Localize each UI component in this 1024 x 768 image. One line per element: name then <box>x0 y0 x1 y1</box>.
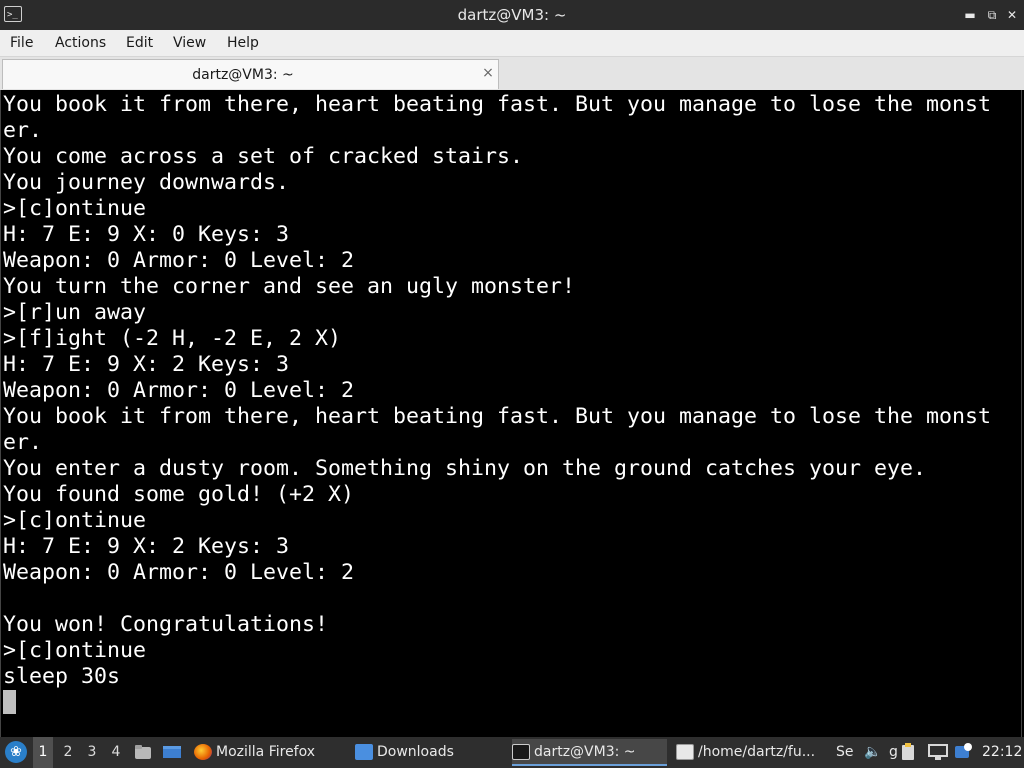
terminal-line: >[c]ontinue <box>3 638 147 663</box>
text-editor-icon <box>676 744 694 760</box>
terminal-line: H: 7 E: 9 X: 2 Keys: 3 <box>3 352 290 377</box>
file-manager-launcher-icon[interactable] <box>134 743 152 761</box>
terminal-line: Weapon: 0 Armor: 0 Level: 2 <box>3 378 355 403</box>
workspace-4[interactable]: 4 <box>106 737 126 768</box>
terminal-line: H: 7 E: 9 X: 0 Keys: 3 <box>3 222 290 247</box>
terminal-line: >[f]ight (-2 H, -2 E, 2 X) <box>3 326 342 351</box>
terminal-line: >[r]un away <box>3 300 147 325</box>
show-desktop-icon[interactable] <box>162 743 181 761</box>
terminal-line: H: 7 E: 9 X: 2 Keys: 3 <box>3 534 290 559</box>
terminal-line: >[c]ontinue <box>3 508 147 533</box>
window-titlebar[interactable]: >_ dartz@VM3: ~ ▬ ⧉ ✕ <box>0 0 1024 30</box>
terminal-cursor <box>3 690 16 714</box>
notification-icon[interactable] <box>954 743 972 761</box>
menu-help[interactable]: Help <box>227 30 259 56</box>
terminal-line: You book it from there, heart beating fa… <box>3 92 992 117</box>
task-firefox-label: Mozilla Firefox <box>216 744 316 760</box>
tray-item-se[interactable]: Se <box>836 743 860 761</box>
network-icon[interactable] <box>928 743 948 761</box>
terminal-line: Weapon: 0 Armor: 0 Level: 2 <box>3 560 355 585</box>
workspace-1[interactable]: 1 <box>33 737 53 768</box>
start-menu-icon[interactable]: ❀ <box>5 741 27 763</box>
menu-bar: File Actions Edit View Help <box>0 30 1024 57</box>
terminal-icon <box>512 744 530 760</box>
task-downloads[interactable]: Downloads <box>355 739 505 766</box>
terminal-line: You journey downwards. <box>3 170 290 195</box>
menu-file[interactable]: File <box>10 30 33 56</box>
terminal-line: You won! Congratulations! <box>3 612 329 637</box>
taskbar: ❀ 1 2 3 4 Mozilla Firefox Downloads dart… <box>0 737 1024 768</box>
workspace-3[interactable]: 3 <box>82 737 102 768</box>
task-terminal-label: dartz@VM3: ~ <box>534 744 636 760</box>
maximize-icon[interactable]: ⧉ <box>984 7 1000 23</box>
folder-icon <box>355 744 373 760</box>
terminal-line: er. <box>3 118 43 143</box>
tray-item-g[interactable]: g <box>889 743 899 761</box>
task-downloads-label: Downloads <box>377 744 454 760</box>
menu-view[interactable]: View <box>173 30 206 56</box>
terminal-line: You enter a dusty room. Something shiny … <box>3 456 927 481</box>
tab-label: dartz@VM3: ~ <box>192 67 294 83</box>
firefox-icon <box>194 744 212 760</box>
terminal-line: sleep 30s <box>3 664 121 689</box>
tab-terminal[interactable]: dartz@VM3: ~ × <box>2 59 499 89</box>
terminal-line: You found some gold! (+2 X) <box>3 482 355 507</box>
close-icon[interactable]: ✕ <box>1004 7 1020 23</box>
terminal-line: You come across a set of cracked stairs. <box>3 144 524 169</box>
terminal-line: You turn the corner and see an ugly mons… <box>3 274 576 299</box>
volume-icon[interactable]: 🔈 <box>864 743 881 761</box>
window-title: dartz@VM3: ~ <box>457 6 567 24</box>
terminal-line: >[c]ontinue <box>3 196 147 221</box>
tray-se-label: Se <box>836 744 854 760</box>
terminal-text: You book it from there, heart beating fa… <box>3 92 991 690</box>
terminal-line: er. <box>3 430 43 455</box>
minimize-icon[interactable]: ▬ <box>962 7 978 23</box>
tray-g-label: g <box>889 744 898 760</box>
workspace-2[interactable]: 2 <box>58 737 78 768</box>
menu-actions[interactable]: Actions <box>55 30 106 56</box>
task-editor-label: /home/dartz/fu... <box>698 744 816 760</box>
clipboard-icon[interactable] <box>901 743 915 761</box>
menu-edit[interactable]: Edit <box>126 30 153 56</box>
terminal-output[interactable]: You book it from there, heart beating fa… <box>0 90 1022 737</box>
tab-close-icon[interactable]: × <box>479 64 497 82</box>
terminal-line: You book it from there, heart beating fa… <box>3 404 992 429</box>
task-terminal[interactable]: dartz@VM3: ~ <box>512 739 667 766</box>
clock: 22:12 <box>982 744 1023 760</box>
task-firefox[interactable]: Mozilla Firefox <box>194 739 344 766</box>
tab-bar: dartz@VM3: ~ × <box>0 57 1024 90</box>
task-editor[interactable]: /home/dartz/fu... <box>676 739 831 766</box>
terminal-line: Weapon: 0 Armor: 0 Level: 2 <box>3 248 355 273</box>
